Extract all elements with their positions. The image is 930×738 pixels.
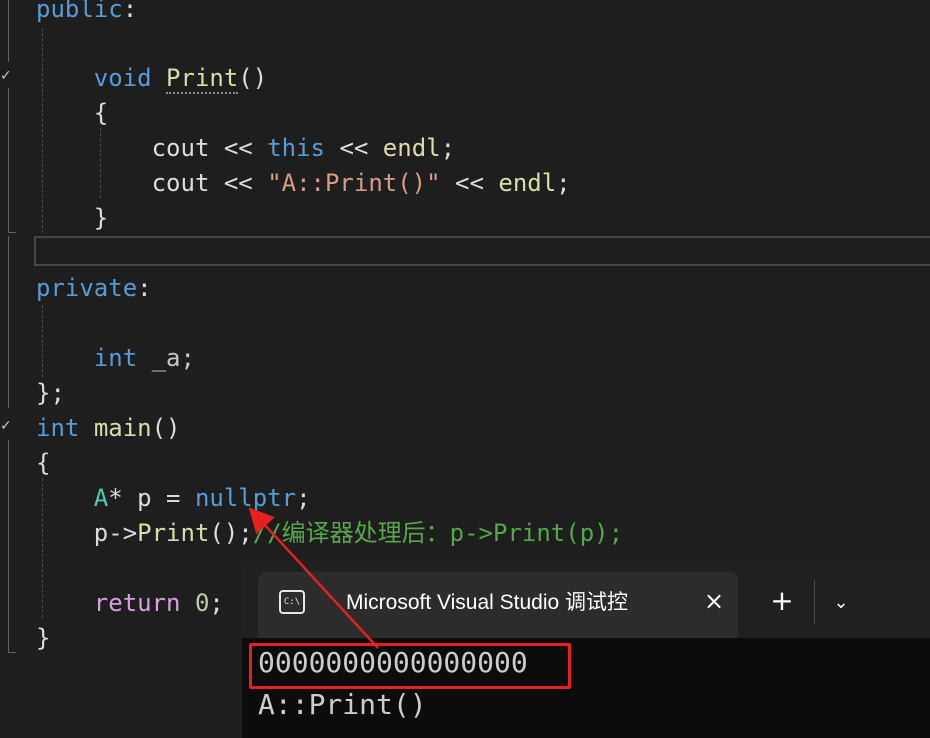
code-line[interactable]: public: bbox=[0, 0, 930, 27]
tab-dropdown-button[interactable]: ⌄ bbox=[826, 588, 856, 618]
tab-divider bbox=[814, 580, 815, 624]
code-token: p-> bbox=[36, 519, 138, 547]
code-token: } bbox=[36, 624, 51, 652]
code-token: //编译器处理后：p->Print(p); bbox=[252, 519, 624, 547]
code-token: void bbox=[93, 64, 152, 92]
code-line[interactable]: cout << "A::Print()" << endl; bbox=[0, 166, 930, 201]
code-token: { bbox=[36, 99, 109, 127]
code-token: () bbox=[151, 414, 181, 442]
code-token: 0 bbox=[194, 589, 210, 617]
code-token: endl bbox=[498, 169, 557, 197]
code-line[interactable]: { bbox=[0, 446, 930, 481]
code-token: nullptr bbox=[194, 484, 297, 512]
red-highlight-box bbox=[249, 643, 571, 689]
close-tab-button[interactable]: × bbox=[699, 586, 729, 616]
code-token: endl bbox=[382, 134, 441, 162]
code-token: private bbox=[36, 274, 138, 302]
code-token: Print bbox=[137, 519, 210, 547]
code-token: int bbox=[93, 344, 138, 372]
code-line[interactable] bbox=[0, 306, 930, 341]
code-token: << bbox=[223, 134, 253, 162]
code-token: ; bbox=[440, 134, 456, 162]
code-token: main bbox=[93, 414, 152, 442]
code-token: "A::Print()" bbox=[267, 169, 441, 197]
code-line[interactable]: A* p = nullptr; bbox=[0, 481, 930, 516]
code-token: << bbox=[440, 169, 499, 197]
code-token: } bbox=[36, 204, 109, 232]
code-line[interactable]: private: bbox=[0, 271, 930, 306]
terminal-tab[interactable]: C:\ Microsoft Visual Studio 调试控 × bbox=[258, 572, 738, 638]
code-token: public bbox=[36, 0, 123, 23]
code-token: Print bbox=[166, 64, 239, 94]
console-icon: C:\ bbox=[279, 590, 305, 614]
code-line[interactable]: { bbox=[0, 96, 930, 131]
code-token: << bbox=[325, 134, 383, 162]
code-token: this bbox=[267, 134, 325, 162]
code-line[interactable] bbox=[0, 27, 930, 62]
output-line-print: A::Print() bbox=[258, 688, 427, 721]
code-line[interactable]: p->Print();//编译器处理后：p->Print(p); bbox=[0, 516, 930, 551]
code-token: int bbox=[36, 414, 80, 442]
code-token: A bbox=[93, 484, 109, 512]
code-token: cout << bbox=[36, 169, 268, 197]
code-token: ; bbox=[556, 169, 571, 197]
code-token: return bbox=[93, 589, 181, 617]
code-token: _a; bbox=[137, 344, 195, 372]
code-token: * p = bbox=[108, 484, 195, 512]
code-token: () bbox=[238, 64, 268, 92]
code-token: ; bbox=[209, 589, 224, 617]
code-line[interactable]: void Print() bbox=[0, 61, 930, 96]
code-line[interactable]: cout << this << endl; bbox=[0, 131, 930, 166]
code-line[interactable]: int _a; bbox=[0, 341, 930, 376]
code-token: (); bbox=[209, 519, 253, 547]
code-token: cout bbox=[36, 134, 224, 162]
code-token: }; bbox=[36, 379, 65, 407]
code-token: : bbox=[122, 0, 138, 23]
code-line[interactable]: int main() bbox=[0, 411, 930, 446]
code-token: : bbox=[137, 274, 152, 302]
tab-title: Microsoft Visual Studio 调试控 bbox=[346, 591, 629, 614]
code-line[interactable]: } bbox=[0, 201, 930, 236]
code-line[interactable] bbox=[0, 236, 930, 271]
code-token: ; bbox=[296, 484, 311, 512]
code-line[interactable]: }; bbox=[0, 376, 930, 411]
new-tab-button[interactable]: + bbox=[764, 584, 800, 618]
code-token: { bbox=[36, 449, 51, 477]
